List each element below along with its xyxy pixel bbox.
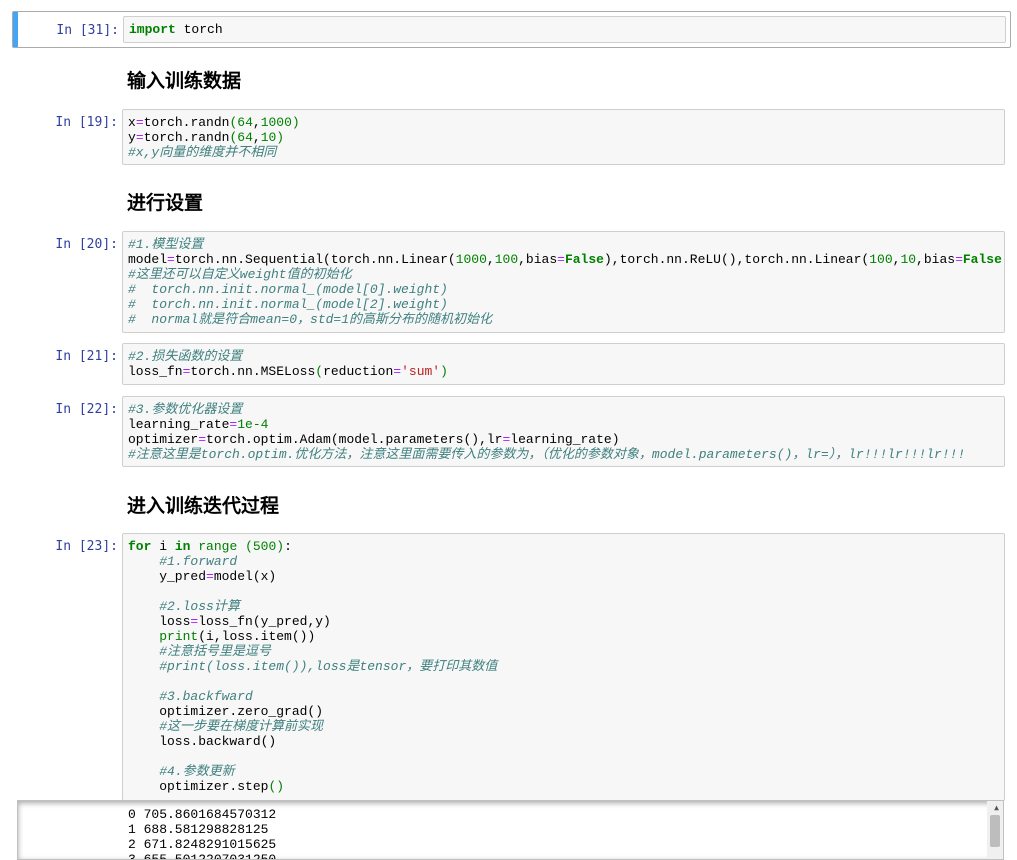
code-cell-31[interactable]: In [31]: import torch	[12, 11, 1011, 48]
cell-prompt: In [22]:	[55, 402, 118, 417]
code-editor[interactable]: import torch	[123, 16, 1006, 43]
cell-prompt: In [21]:	[55, 349, 118, 364]
cell-output-scroll-area[interactable]: 0 705.8601684570312 1 688.581298828125 2…	[17, 800, 1004, 860]
cell-prompt: In [23]:	[55, 539, 118, 554]
cell-prompt: In [20]:	[55, 237, 118, 252]
code-editor[interactable]: x=torch.randn(64,1000) y=torch.randn(64,…	[122, 109, 1005, 165]
code-editor[interactable]: for i in range (500): #1.forward y_pred=…	[122, 533, 1005, 801]
code-cell-21[interactable]: In [21]: #2.损失函数的设置 loss_fn=torch.nn.MSE…	[12, 343, 1011, 385]
code-cell-19[interactable]: In [19]: x=torch.randn(64,1000) y=torch.…	[12, 109, 1011, 165]
output-line: 0 705.8601684570312	[128, 807, 277, 822]
code-text: #1.模型设置 model=torch.nn.Sequential(torch.…	[128, 237, 1004, 327]
markdown-heading: 输入训练数据	[127, 70, 242, 92]
cell-prompt: In [19]:	[55, 115, 118, 130]
cell-prompt: In [31]:	[56, 23, 119, 38]
code-cell-22[interactable]: In [22]: #3.参数优化器设置 learning_rate=1e-4 o…	[12, 396, 1011, 467]
output-line: 1 688.581298828125	[128, 822, 269, 837]
code-text: x=torch.randn(64,1000) y=torch.randn(64,…	[128, 115, 300, 160]
code-text: import torch	[129, 22, 223, 37]
code-editor[interactable]: #1.模型设置 model=torch.nn.Sequential(torch.…	[122, 231, 1005, 333]
code-editor[interactable]: #3.参数优化器设置 learning_rate=1e-4 optimizer=…	[122, 396, 1005, 467]
code-cell-20[interactable]: In [20]: #1.模型设置 model=torch.nn.Sequenti…	[12, 231, 1011, 333]
scroll-up-arrow-icon[interactable]: ▲	[994, 803, 999, 812]
output-scrollbar[interactable]: ▲	[987, 801, 1003, 859]
code-text: #2.损失函数的设置 loss_fn=torch.nn.MSELoss(redu…	[128, 349, 448, 379]
output-text: 0 705.8601684570312 1 688.581298828125 2…	[128, 807, 277, 860]
code-editor[interactable]: #2.损失函数的设置 loss_fn=torch.nn.MSELoss(redu…	[122, 343, 1005, 385]
code-text: for i in range (500): #1.forward y_pred=…	[128, 539, 498, 794]
code-cell-23[interactable]: In [23]: for i in range (500): #1.forwar…	[12, 533, 1011, 801]
output-line: 2 671.8248291015625	[128, 837, 277, 852]
markdown-heading: 进入训练迭代过程	[127, 495, 280, 517]
markdown-heading: 进行设置	[127, 192, 204, 214]
code-text: #3.参数优化器设置 learning_rate=1e-4 optimizer=…	[128, 402, 966, 462]
output-line: 3 655.5012207031250	[128, 852, 277, 860]
scrollbar-thumb[interactable]	[990, 815, 1000, 847]
